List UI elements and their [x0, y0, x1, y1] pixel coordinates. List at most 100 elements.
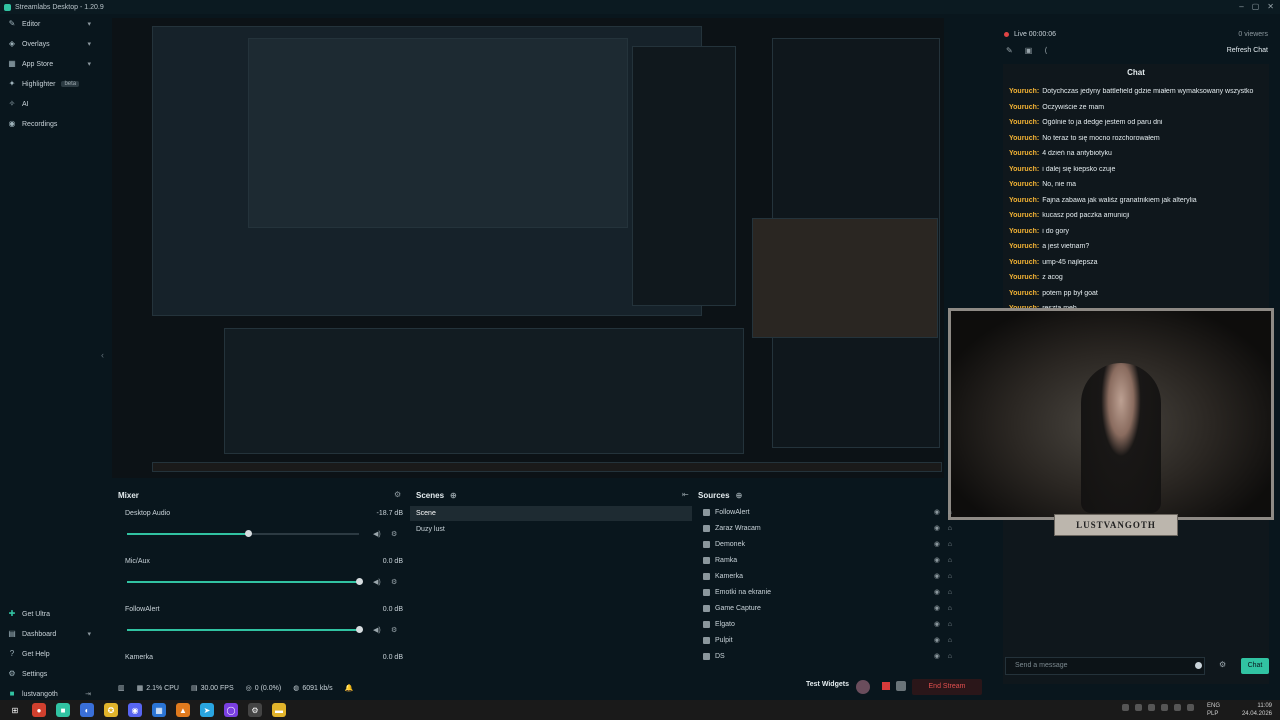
- visibility-icon[interactable]: ◉: [934, 508, 940, 516]
- lock-icon[interactable]: ⌂: [948, 605, 952, 612]
- mute-icon[interactable]: ◀): [373, 530, 381, 538]
- sidebar-item-editor[interactable]: ✎ Editor ▾: [0, 14, 100, 34]
- chat-send-button[interactable]: Chat: [1241, 658, 1269, 674]
- maximize-icon[interactable]: ▢: [1252, 2, 1260, 11]
- chat-username[interactable]: Youruch:: [1009, 104, 1039, 111]
- sidebar-item-recordings[interactable]: ◉ Recordings: [0, 114, 100, 134]
- chevron-down-icon[interactable]: ▾: [87, 40, 91, 48]
- pencil-icon[interactable]: ✎: [1006, 46, 1013, 55]
- channel-settings-icon[interactable]: ⚙: [391, 578, 397, 586]
- source-item[interactable]: Game Capture ◉ ⌂: [696, 600, 980, 616]
- source-item[interactable]: DS ◉ ⌂: [696, 648, 980, 664]
- visibility-icon[interactable]: ◉: [934, 620, 940, 628]
- lock-icon[interactable]: ⌂: [948, 653, 952, 660]
- tray-icon[interactable]: [1187, 704, 1194, 711]
- tray-icon[interactable]: [1161, 704, 1168, 711]
- chat-username[interactable]: Youruch:: [1009, 274, 1039, 281]
- scene-item[interactable]: Scene: [410, 506, 692, 521]
- lock-icon[interactable]: ⌂: [948, 557, 952, 564]
- telegram-icon[interactable]: ➤: [200, 703, 214, 717]
- close-icon[interactable]: ✕: [1267, 2, 1274, 11]
- store-icon[interactable]: ▦: [152, 703, 166, 717]
- chevron-down-icon[interactable]: ▾: [87, 60, 91, 68]
- source-item[interactable]: Pulpit ◉ ⌂: [696, 632, 980, 648]
- vlc-icon[interactable]: ▲: [176, 703, 190, 717]
- language-indicator[interactable]: ENG PLP: [1207, 702, 1220, 718]
- source-item[interactable]: Ramka ◉ ⌂: [696, 552, 980, 568]
- chat-username[interactable]: Youruch:: [1009, 243, 1039, 250]
- tray-icon[interactable]: [1148, 704, 1155, 711]
- chevron-down-icon[interactable]: ▾: [87, 20, 91, 28]
- clock[interactable]: 11:09 24.04.2026: [1242, 702, 1272, 718]
- channel-settings-icon[interactable]: ⚙: [391, 626, 397, 634]
- add-scene-icon[interactable]: ⊕: [450, 491, 457, 500]
- source-item[interactable]: FollowAlert ◉ ⌂: [696, 504, 980, 520]
- volume-knob[interactable]: [244, 530, 252, 537]
- visibility-icon[interactable]: ◉: [934, 524, 940, 532]
- chevron-down-icon[interactable]: ▾: [87, 630, 91, 638]
- chat-username[interactable]: Youruch:: [1009, 259, 1039, 266]
- source-item[interactable]: Kamerka ◉ ⌂: [696, 568, 980, 584]
- windows-start-icon[interactable]: ⊞: [8, 703, 22, 717]
- chat-username[interactable]: Youruch:: [1009, 166, 1039, 173]
- lock-icon[interactable]: ⌂: [948, 637, 952, 644]
- channel-settings-icon[interactable]: ⚙: [391, 530, 397, 538]
- discord-icon[interactable]: ◉: [128, 703, 142, 717]
- sidebar-item-get-help[interactable]: ? Get Help: [0, 644, 100, 664]
- mixer-settings-icon[interactable]: ⚙: [394, 490, 401, 499]
- source-item[interactable]: Elgato ◉ ⌂: [696, 616, 980, 632]
- chat-username[interactable]: Youruch:: [1009, 228, 1039, 235]
- replay-buffer-icon[interactable]: [856, 680, 870, 694]
- lock-icon[interactable]: ⌂: [948, 589, 952, 596]
- add-source-icon[interactable]: ⊕: [736, 491, 743, 500]
- share-icon[interactable]: ⟨: [1044, 46, 1047, 55]
- emoji-icon[interactable]: [1195, 662, 1202, 669]
- sidebar-item-dashboard[interactable]: ▤ Dashboard ▾: [0, 624, 100, 644]
- bot-icon[interactable]: ✪: [104, 703, 118, 717]
- chat-username[interactable]: Youruch:: [1009, 197, 1039, 204]
- volume-knob[interactable]: [356, 626, 363, 633]
- chat-username[interactable]: Youruch:: [1009, 88, 1039, 95]
- minimize-icon[interactable]: –: [1239, 2, 1243, 11]
- stats-icon[interactable]: ▥: [118, 684, 125, 692]
- popout-icon[interactable]: ▣: [1025, 46, 1033, 55]
- sidebar-item-settings[interactable]: ⚙ Settings: [0, 664, 100, 684]
- settings-taskbar-icon[interactable]: ⚙: [248, 703, 262, 717]
- notification-bell-icon[interactable]: 🔔: [345, 684, 354, 692]
- mute-icon[interactable]: ◀): [373, 626, 381, 634]
- volume-slider[interactable]: [127, 578, 363, 585]
- volume-knob[interactable]: [356, 578, 363, 585]
- visibility-icon[interactable]: ◉: [934, 540, 940, 548]
- sidebar-item-overlays[interactable]: ◈ Overlays ▾: [0, 34, 100, 54]
- lock-icon[interactable]: ⌂: [948, 621, 952, 628]
- streamlabs-taskbar-icon[interactable]: ■: [56, 703, 70, 717]
- visibility-icon[interactable]: ◉: [934, 572, 940, 580]
- visibility-icon[interactable]: ◉: [934, 588, 940, 596]
- chat-message-input[interactable]: Send a message: [1005, 657, 1205, 675]
- mute-icon[interactable]: ◀): [373, 578, 381, 586]
- visibility-icon[interactable]: ◉: [934, 604, 940, 612]
- camera-icon[interactable]: [896, 681, 906, 691]
- lock-icon[interactable]: ⌂: [948, 509, 952, 516]
- chrome-icon[interactable]: ●: [32, 703, 46, 717]
- tray-icon[interactable]: [1135, 704, 1142, 711]
- lock-icon[interactable]: ⌂: [948, 525, 952, 532]
- lock-icon[interactable]: ⌂: [948, 541, 952, 548]
- volume-slider[interactable]: [127, 626, 363, 633]
- visibility-icon[interactable]: ◉: [934, 556, 940, 564]
- sidebar-item-get-ultra[interactable]: ✚ Get Ultra: [0, 604, 100, 624]
- folder-icon[interactable]: ▬: [272, 703, 286, 717]
- chat-username[interactable]: Youruch:: [1009, 119, 1039, 126]
- tray-icon[interactable]: [1122, 704, 1129, 711]
- scene-item[interactable]: Duzy lust: [410, 522, 692, 537]
- logout-icon[interactable]: ⇥: [85, 690, 91, 698]
- visibility-icon[interactable]: ◉: [934, 636, 940, 644]
- app-icon[interactable]: ◯: [224, 703, 238, 717]
- scene-transitions-icon[interactable]: ⇤: [682, 490, 689, 499]
- chat-username[interactable]: Youruch:: [1009, 212, 1039, 219]
- sidebar-item-app-store[interactable]: ▦ App Store ▾: [0, 54, 100, 74]
- chat-username[interactable]: Youruch:: [1009, 150, 1039, 157]
- source-item[interactable]: Zaraz Wracam ◉ ⌂: [696, 520, 980, 536]
- chat-settings-icon[interactable]: ⚙: [1219, 660, 1226, 669]
- end-stream-button[interactable]: End Stream: [912, 679, 982, 695]
